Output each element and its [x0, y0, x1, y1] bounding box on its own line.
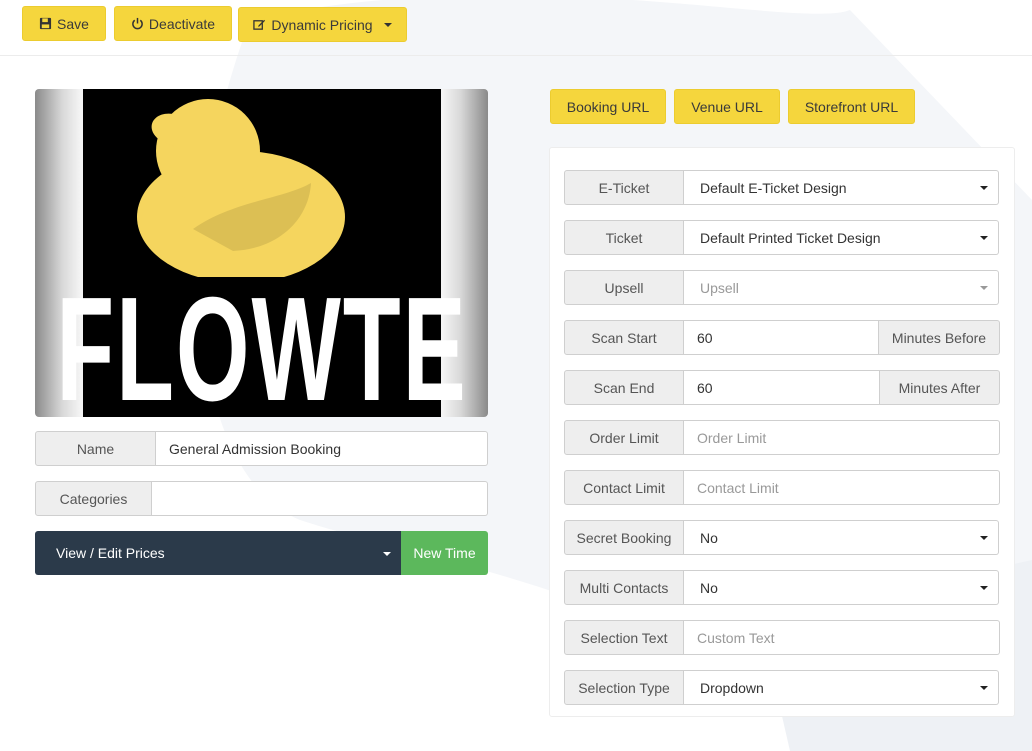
scan-end-label: Scan End: [564, 370, 684, 405]
selection-text-input[interactable]: Custom Text: [684, 620, 1000, 655]
scan-start-label: Scan Start: [564, 320, 684, 355]
multi-contacts-label: Multi Contacts: [564, 570, 684, 605]
name-label: Name: [35, 431, 156, 466]
scan-end-row: Scan End 60 Minutes After: [564, 370, 1000, 405]
upsell-row: Upsell Upsell: [564, 270, 999, 305]
scan-start-suffix: Minutes Before: [879, 320, 1000, 355]
secret-booking-label: Secret Booking: [564, 520, 684, 555]
booking-url-button[interactable]: Booking URL: [550, 89, 666, 124]
logo-wordmark: FLOWTE: [56, 266, 468, 417]
upsell-label: Upsell: [564, 270, 684, 305]
deactivate-button[interactable]: Deactivate: [114, 6, 232, 41]
view-edit-prices-dropdown[interactable]: View / Edit Prices: [35, 531, 401, 575]
ticket-label: Ticket: [564, 220, 684, 255]
eticket-label: E-Ticket: [564, 170, 684, 205]
selection-text-placeholder: Custom Text: [697, 629, 775, 646]
multi-contacts-row: Multi Contacts No: [564, 570, 999, 605]
contact-limit-label: Contact Limit: [564, 470, 684, 505]
order-limit-placeholder: Order Limit: [697, 429, 767, 446]
selection-text-label: Selection Text: [564, 620, 684, 655]
categories-label: Categories: [35, 481, 152, 516]
eticket-row: E-Ticket Default E-Ticket Design: [564, 170, 999, 205]
save-icon: [39, 17, 52, 30]
secret-booking-row: Secret Booking No: [564, 520, 999, 555]
name-field-row: Name General Admission Booking: [35, 431, 488, 466]
venue-url-button[interactable]: Venue URL: [674, 89, 780, 124]
selection-type-select[interactable]: Dropdown: [684, 670, 999, 705]
power-icon: [132, 17, 143, 30]
upsell-select[interactable]: Upsell: [684, 270, 999, 305]
save-button[interactable]: Save: [22, 6, 106, 41]
chevron-down-icon: [383, 22, 392, 27]
contact-limit-input[interactable]: Contact Limit: [684, 470, 1000, 505]
contact-limit-placeholder: Contact Limit: [697, 479, 779, 496]
selection-type-label: Selection Type: [564, 670, 684, 705]
scan-start-input[interactable]: 60: [684, 320, 879, 355]
save-label: Save: [57, 15, 89, 32]
flowte-logo: FLOWTE: [56, 89, 468, 417]
selection-text-row: Selection Text Custom Text: [564, 620, 1000, 655]
scan-end-input[interactable]: 60: [684, 370, 880, 405]
ticket-row: Ticket Default Printed Ticket Design: [564, 220, 999, 255]
order-limit-row: Order Limit Order Limit: [564, 420, 1000, 455]
storefront-url-button[interactable]: Storefront URL: [788, 89, 915, 124]
dynamic-pricing-dropdown-button[interactable]: Dynamic Pricing: [238, 7, 407, 42]
prices-action-bar: View / Edit Prices New Time: [35, 531, 488, 575]
multi-contacts-select[interactable]: No: [684, 570, 999, 605]
contact-limit-row: Contact Limit Contact Limit: [564, 470, 1000, 505]
scan-end-suffix: Minutes After: [880, 370, 1000, 405]
categories-input[interactable]: [152, 481, 488, 516]
deactivate-label: Deactivate: [148, 15, 216, 32]
name-input[interactable]: General Admission Booking: [156, 431, 488, 466]
top-toolbar: Save Deactivate Dynamic Pricing: [0, 0, 1032, 56]
eticket-select[interactable]: Default E-Ticket Design: [684, 170, 999, 205]
selection-type-row: Selection Type Dropdown: [564, 670, 999, 705]
order-limit-input[interactable]: Order Limit: [684, 420, 1000, 455]
new-time-button[interactable]: New Time: [401, 531, 488, 575]
scan-start-row: Scan Start 60 Minutes Before: [564, 320, 1000, 355]
dynamic-pricing-label: Dynamic Pricing: [271, 16, 373, 33]
categories-field-row: Categories: [35, 481, 488, 516]
edit-icon: [253, 19, 266, 30]
product-image[interactable]: FLOWTE: [35, 89, 488, 417]
secret-booking-select[interactable]: No: [684, 520, 999, 555]
ticket-select[interactable]: Default Printed Ticket Design: [684, 220, 999, 255]
order-limit-label: Order Limit: [564, 420, 684, 455]
toolbar-divider: [0, 55, 1032, 56]
